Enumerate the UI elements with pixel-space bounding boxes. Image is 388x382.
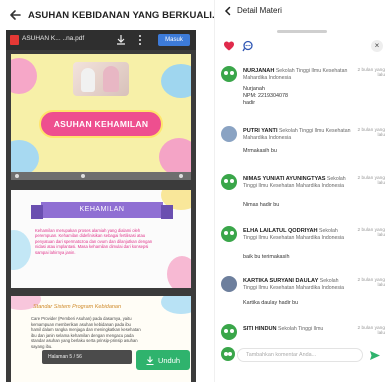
photo-figure	[103, 66, 119, 92]
comment-header: NURJANAH Sekolah Tinggi Ilmu Kesehatan M…	[243, 68, 353, 81]
current-user-avatar	[221, 347, 235, 361]
comment-item: NIMAS YUNIATI AYUNINGTYAS Sekolah Tinggi…	[221, 174, 385, 214]
pdf-screen: ASUHAN KEBIDANAN YANG BERKUALI... ASUHAN…	[0, 0, 220, 382]
download-icon[interactable]	[116, 34, 126, 45]
comment-line: NPM: 2219304078	[243, 93, 288, 99]
comment-time: 2 bulan yang lalu	[357, 68, 385, 78]
page-body-text: Care Provider (Pemberi Asuhan) pada dasa…	[31, 316, 141, 349]
back-chevron-icon[interactable]	[223, 6, 233, 16]
mother-baby-photo	[73, 62, 129, 96]
commenter-affiliation: Sekolah Tinggi Ilmu	[278, 326, 324, 332]
send-icon[interactable]	[369, 350, 381, 361]
scrubber-dot	[81, 174, 85, 178]
page-title: ASUHAN KEBIDANAN YANG BERKUALI...	[28, 10, 221, 21]
comment-body: Nimas hadir bu	[243, 202, 363, 209]
comment-header: PUTRI YANTI Sekolah Tinggi Ilmu Kesehata…	[243, 128, 353, 141]
comment-item: NURJANAH Sekolah Tinggi Ilmu Kesehatan M…	[221, 66, 385, 116]
section-ribbon: KEHAMILAN	[31, 202, 173, 219]
comment-line: Nimas hadir bu	[243, 202, 280, 208]
right-header: Detail Materi	[215, 0, 388, 22]
close-icon[interactable]: ×	[371, 40, 383, 52]
detail-screen: Detail Materi × NURJANAH Sekolah Tinggi …	[214, 0, 388, 382]
photo-figure	[81, 68, 95, 92]
comment-body: Mrmakasih bu	[243, 148, 363, 155]
comment-icon[interactable]	[241, 40, 255, 52]
avatar[interactable]	[221, 174, 237, 190]
pdf-page-1: ASUHAN KEHAMILAN	[11, 54, 191, 180]
comment-line: hadir	[243, 100, 255, 106]
comment-body: Nurjanah NPM: 2219304078 hadir	[243, 86, 363, 107]
commenter-name[interactable]: KARTIKA SURYANI DAULAY	[243, 278, 318, 284]
avatar[interactable]	[221, 66, 237, 82]
decor-blob	[161, 64, 191, 98]
comment-header: SITI HINDUN Sekolah Tinggi Ilmu	[243, 326, 353, 333]
avatar[interactable]	[221, 324, 237, 340]
comment-line: baik bu terimakasih	[243, 254, 290, 260]
page-scrubber[interactable]	[11, 172, 191, 180]
open-pdf-button[interactable]: Masuk	[158, 34, 190, 46]
comment-line: Kartika daulay hadir bu	[243, 300, 299, 306]
commenter-name[interactable]: ELHA LAILATUL QODRIYAH	[243, 228, 318, 234]
avatar[interactable]	[221, 226, 237, 242]
comment-time: 2 bulan yang lalu	[357, 326, 385, 336]
sheet-handle[interactable]	[277, 30, 327, 33]
commenter-name[interactable]: NIMAS YUNIATI AYUNINGTYAS	[243, 176, 325, 182]
back-arrow-icon[interactable]	[8, 8, 22, 22]
decor-blob	[11, 140, 39, 176]
page-heading: Standar Sistem Program Kebidanan	[33, 304, 122, 310]
decor-blob	[11, 58, 37, 94]
action-bar: ×	[215, 38, 388, 54]
comment-body: Kartika daulay hadir bu	[243, 300, 363, 307]
avatar[interactable]	[221, 276, 237, 292]
comment-item: ELHA LAILATUL QODRIYAH Sekolah Tinggi Il…	[221, 226, 385, 266]
commenter-name[interactable]: NURJANAH	[243, 68, 274, 74]
download-label: Unduh	[157, 355, 181, 365]
decor-blob	[11, 230, 31, 270]
comment-time: 2 bulan yang lalu	[357, 228, 385, 238]
heart-icon[interactable]	[223, 40, 235, 52]
pdf-toolbar: ASUHAN K... ..na.pdf Masuk	[6, 30, 196, 50]
detail-title: Detail Materi	[237, 6, 282, 15]
download-icon	[146, 356, 154, 365]
pdf-page-2: KEHAMILAN Kehamilan merupakan proses ala…	[11, 190, 191, 288]
comment-header: NIMAS YUNIATI AYUNINGTYAS Sekolah Tinggi…	[243, 176, 353, 189]
more-vertical-icon[interactable]	[138, 34, 142, 46]
comment-item: SITI HINDUN Sekolah Tinggi Ilmu 2 bulan …	[221, 324, 385, 342]
pdf-file-icon	[10, 35, 19, 45]
decor-blob	[167, 256, 191, 288]
comment-header: KARTIKA SURYANI DAULAY Sekolah Tinggi Il…	[243, 278, 353, 291]
page-body-text: Kehamilan merupakan proses alamiah yang …	[35, 228, 153, 255]
page-indicator: Halaman 5 / 56	[42, 350, 132, 364]
commenter-name[interactable]: PUTRI YANTI	[243, 128, 278, 134]
commenter-name[interactable]: SITI HINDUN	[243, 326, 277, 332]
comment-item: PUTRI YANTI Sekolah Tinggi Ilmu Kesehata…	[221, 126, 385, 156]
pdf-viewer[interactable]: ASUHAN K... ..na.pdf Masuk ASUHAN KEHAMI…	[6, 30, 196, 382]
comment-body: baik bu terimakasih	[243, 254, 363, 261]
comment-time: 2 bulan yang lalu	[357, 128, 385, 138]
scrubber-dot	[179, 174, 183, 178]
download-button[interactable]: Unduh	[136, 350, 190, 370]
decor-blob	[159, 138, 191, 176]
comment-line: Mrmakasih bu	[243, 148, 277, 154]
left-header: ASUHAN KEBIDANAN YANG BERKUALI...	[0, 0, 220, 30]
comment-header: ELHA LAILATUL QODRIYAH Sekolah Tinggi Il…	[243, 228, 353, 241]
comment-time: 2 bulan yang lalu	[357, 278, 385, 288]
comment-input[interactable]: Tambahkan komentar Anda...	[237, 348, 363, 362]
comment-line: Nurjanah	[243, 86, 265, 92]
title-banner: ASUHAN KEHAMILAN	[39, 110, 163, 138]
comment-time: 2 bulan yang lalu	[357, 176, 385, 186]
avatar[interactable]	[221, 126, 237, 142]
comment-item: KARTIKA SURYANI DAULAY Sekolah Tinggi Il…	[221, 276, 385, 316]
scrubber-dot	[15, 174, 19, 178]
pdf-file-name: ASUHAN K... ..na.pdf	[22, 35, 85, 42]
